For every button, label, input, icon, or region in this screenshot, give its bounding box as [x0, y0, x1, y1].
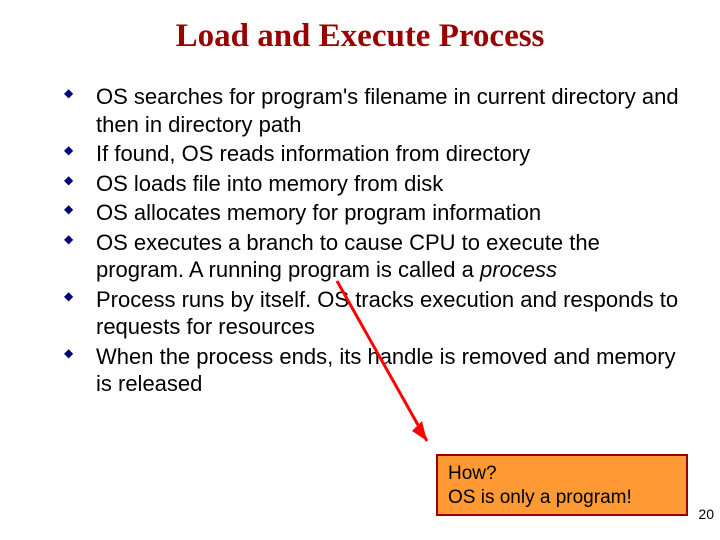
list-item: OS searches for program's filename in cu… — [60, 83, 690, 138]
list-item: When the process ends, its handle is rem… — [60, 343, 690, 398]
callout-box: How? OS is only a program! — [436, 454, 688, 516]
bullet-text: When the process ends, its handle is rem… — [96, 344, 676, 397]
page-number: 20 — [698, 506, 714, 522]
bullet-text: If found, OS reads information from dire… — [96, 141, 530, 166]
list-item: Process runs by itself. OS tracks execut… — [60, 286, 690, 341]
slide-title: Load and Execute Process — [30, 18, 690, 55]
list-item: OS loads file into memory from disk — [60, 170, 690, 198]
list-item: OS executes a branch to cause CPU to exe… — [60, 229, 690, 284]
bullet-text-italic: process — [480, 257, 557, 282]
bullet-text: Process runs by itself. OS tracks execut… — [96, 287, 678, 340]
bullet-text: OS allocates memory for program informat… — [96, 200, 541, 225]
bullet-list: OS searches for program's filename in cu… — [30, 83, 690, 398]
bullet-text: OS searches for program's filename in cu… — [96, 84, 679, 137]
callout-line1: How? — [448, 462, 676, 486]
bullet-text: OS loads file into memory from disk — [96, 171, 443, 196]
slide: Load and Execute Process OS searches for… — [0, 0, 720, 540]
list-item: If found, OS reads information from dire… — [60, 140, 690, 168]
list-item: OS allocates memory for program informat… — [60, 199, 690, 227]
callout-line2: OS is only a program! — [448, 486, 676, 510]
